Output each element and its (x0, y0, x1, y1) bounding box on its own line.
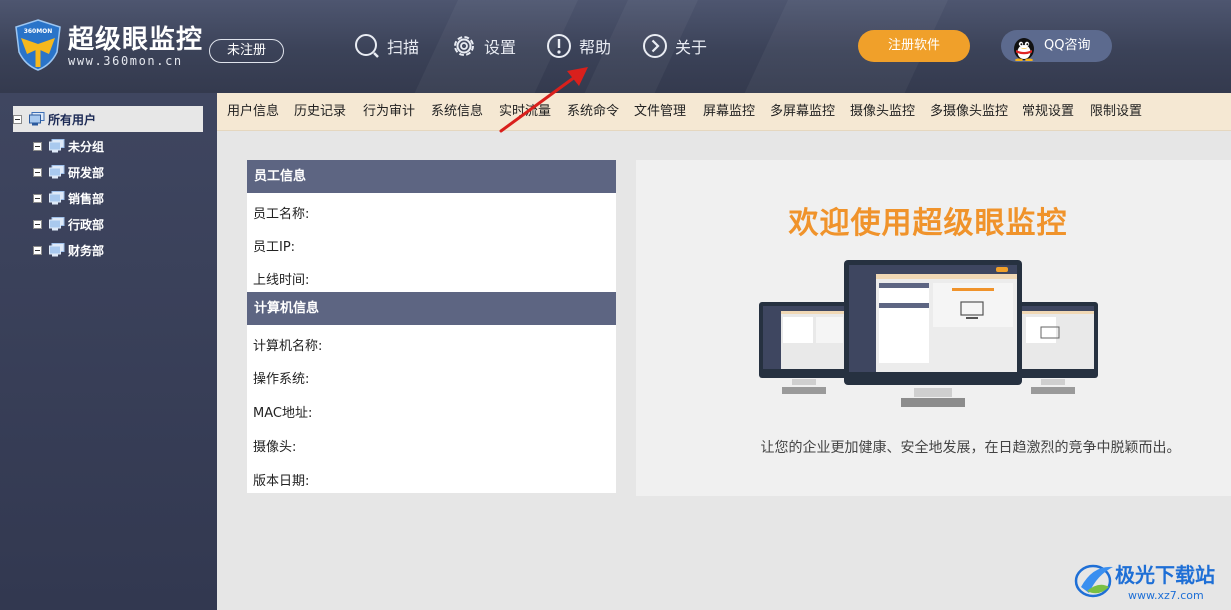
scan-label: 扫描 (387, 38, 420, 57)
tree-item-group[interactable]: 财务部 (33, 240, 104, 260)
settings-label: 设置 (484, 38, 517, 57)
app-logo-icon: 360MON (15, 19, 61, 71)
employee-name-label: 员工名称: (253, 207, 310, 222)
online-time-label: 上线时间: (253, 273, 310, 288)
computer-icon (49, 165, 65, 179)
tab-multi-camera-monitor[interactable]: 多摄像头监控 (930, 93, 1008, 131)
site-watermark: 极光下载站 www.xz7.com (1073, 557, 1228, 607)
tree-item-group[interactable]: 未分组 (33, 136, 104, 156)
tree-item-group[interactable]: 行政部 (33, 214, 104, 234)
tab-restriction-settings[interactable]: 限制设置 (1090, 93, 1142, 131)
os-label: 操作系统: (253, 372, 310, 387)
tab-behavior-audit[interactable]: 行为审计 (363, 93, 415, 131)
computer-icon (49, 139, 65, 153)
tree-label-ungrouped: 未分组 (68, 139, 105, 154)
employee-info-header: 员工信息 (247, 160, 616, 193)
tree-label-admin: 行政部 (68, 217, 105, 232)
monitor-left-icon (759, 302, 849, 394)
qq-consult-label: QQ咨询 (1044, 38, 1091, 53)
tree-item-group[interactable]: 销售部 (33, 188, 104, 208)
computer-icon (29, 112, 45, 126)
monitors-illustration (759, 260, 1098, 407)
collapse-toggle-icon[interactable] (33, 245, 42, 255)
tree-label-sales: 销售部 (68, 191, 105, 206)
monitor-center-icon (844, 260, 1022, 407)
computer-icon (49, 191, 65, 205)
tab-file-manager[interactable]: 文件管理 (634, 93, 686, 131)
collapse-toggle-icon[interactable] (33, 141, 42, 151)
red-annotation-arrow-icon (499, 67, 588, 133)
watermark-url: www.xz7.com (1128, 589, 1204, 602)
welcome-panel: 欢迎使用超级眼监控 让您的企业更加健康、安全地发展，在日趋激烈的竞争中脱颖而出。 (636, 160, 1231, 496)
computer-info-header: 计算机信息 (247, 292, 616, 325)
scan-button[interactable]: 扫描 (353, 30, 419, 62)
info-panel: 员工信息 员工名称: 员工IP: 上线时间: 计算机信息 计算机名称: 操作系统… (247, 160, 616, 493)
computer-name-label: 计算机名称: (253, 339, 323, 354)
tab-system-info[interactable]: 系统信息 (431, 93, 483, 131)
user-tree-sidebar: 所有用户 未分组 研发部 销售部 行政部 财务部 (0, 93, 217, 610)
qq-consult-button[interactable]: QQ咨询 (1001, 30, 1112, 62)
tab-multi-screen-monitor[interactable]: 多屏幕监控 (770, 93, 835, 131)
version-date-label: 版本日期: (253, 474, 310, 489)
search-icon (355, 34, 379, 58)
qq-penguin-icon (1014, 38, 1034, 61)
logo-badge: 360MON (24, 28, 53, 35)
collapse-toggle-icon[interactable] (13, 114, 22, 124)
help-icon (547, 34, 571, 58)
function-tab-bar: 用户信息 历史记录 行为审计 系统信息 实时流量 系统命令 文件管理 屏幕监控 … (217, 93, 1231, 131)
watermark-title: 极光下载站 (1115, 563, 1215, 587)
gear-icon (454, 36, 474, 56)
tree-item-all-users[interactable]: 所有用户 (13, 109, 96, 129)
unregistered-button[interactable]: 未注册 (209, 39, 284, 63)
employee-ip-label: 员工IP: (253, 240, 296, 255)
tab-general-settings[interactable]: 常规设置 (1022, 93, 1074, 131)
tab-user-info[interactable]: 用户信息 (227, 93, 279, 131)
app-website: www.360mon.cn (68, 54, 183, 68)
collapse-toggle-icon[interactable] (33, 193, 42, 203)
tab-screen-monitor[interactable]: 屏幕监控 (703, 93, 755, 131)
tab-history[interactable]: 历史记录 (294, 93, 346, 131)
app-header: 360MON 超级眼监控 www.360mon.cn 未注册 扫描 设置 帮助 … (0, 0, 1231, 93)
collapse-toggle-icon[interactable] (33, 219, 42, 229)
about-button[interactable]: 关于 (641, 30, 707, 62)
camera-label: 摄像头: (253, 440, 297, 455)
computer-icon (49, 243, 65, 257)
tree-item-group[interactable]: 研发部 (33, 162, 104, 182)
about-label: 关于 (675, 38, 708, 57)
mac-address-label: MAC地址: (253, 406, 313, 421)
tree-label-rnd: 研发部 (68, 165, 105, 180)
watermark-logo-icon (1074, 564, 1113, 598)
help-label: 帮助 (579, 38, 612, 57)
chevron-right-circle-icon (643, 34, 667, 58)
welcome-slogan: 让您的企业更加健康、安全地发展，在日趋激烈的竞争中脱颖而出。 (760, 440, 1181, 456)
tree-label-all-users: 所有用户 (48, 112, 97, 127)
app-title: 超级眼监控 (68, 25, 204, 55)
tree-label-finance: 财务部 (68, 243, 105, 258)
tab-camera-monitor[interactable]: 摄像头监控 (850, 93, 915, 131)
computer-icon (49, 217, 65, 231)
welcome-title: 欢迎使用超级眼监控 (788, 206, 1068, 241)
collapse-toggle-icon[interactable] (33, 167, 42, 177)
register-software-button[interactable]: 注册软件 (858, 30, 970, 62)
